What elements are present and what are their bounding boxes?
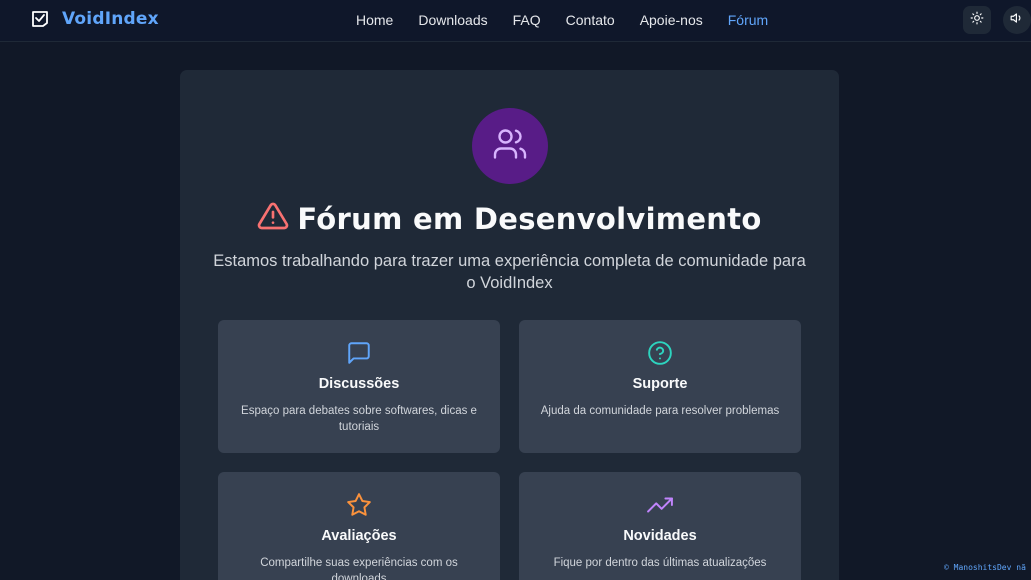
feature-card-suporte: Suporte Ajuda da comunidade para resolve… [519, 320, 801, 453]
feature-description: Fique por dentro das últimas atualizaçõe… [553, 557, 767, 569]
feature-description: Ajuda da comunidade para resolver proble… [540, 405, 780, 417]
feature-card-discussoes: Discussões Espaço para debates sobre sof… [218, 320, 500, 453]
feature-title: Avaliações [321, 528, 397, 544]
nav-link-contato[interactable]: Contato [566, 12, 615, 28]
brand[interactable]: VoidIndex [30, 9, 159, 29]
page-title: Fórum em Desenvolvimento [297, 201, 762, 236]
nav-links: Home Downloads FAQ Contato Apoie-nos Fór… [356, 12, 768, 28]
nav-link-downloads[interactable]: Downloads [418, 12, 487, 28]
star-icon [346, 492, 372, 518]
forum-card: Fórum em Desenvolvimento Estamos trabalh… [180, 70, 839, 580]
feature-description: Compartilhe suas experiências com os dow… [260, 557, 458, 580]
feature-card-avaliacoes: Avaliações Compartilhe suas experiências… [218, 472, 500, 580]
nav-link-forum[interactable]: Fórum [728, 12, 768, 28]
navbar: VoidIndex Home Downloads FAQ Contato Apo… [0, 0, 1031, 42]
title-row: Fórum em Desenvolvimento [180, 200, 839, 237]
nav-link-faq[interactable]: FAQ [513, 12, 541, 28]
page-subtitle: Estamos trabalhando para trazer uma expe… [213, 252, 806, 292]
volume-icon [1010, 11, 1024, 30]
feature-description: Espaço para debates sobre softwares, dic… [241, 405, 477, 433]
feature-title: Discussões [318, 376, 400, 392]
help-circle-icon [647, 340, 673, 366]
brand-name: VoidIndex [62, 9, 159, 29]
footer-credit: © ManoshitsDev nã [944, 563, 1026, 572]
feature-title: Suporte [632, 376, 688, 392]
nav-link-apoie-nos[interactable]: Apoie-nos [640, 12, 703, 28]
theme-toggle-button[interactable] [963, 6, 991, 34]
feature-card-novidades: Novidades Fique por dentro das últimas a… [519, 472, 801, 580]
warning-icon [257, 200, 289, 237]
sound-toggle-button[interactable] [1003, 6, 1031, 34]
feature-title: Novidades [623, 528, 697, 544]
sun-icon [970, 11, 984, 30]
logo-icon [30, 9, 50, 29]
message-square-icon [346, 340, 372, 366]
trending-up-icon [647, 492, 673, 518]
nav-link-home[interactable]: Home [356, 12, 393, 28]
hero-icon-circle [472, 108, 548, 184]
users-icon [492, 126, 528, 167]
